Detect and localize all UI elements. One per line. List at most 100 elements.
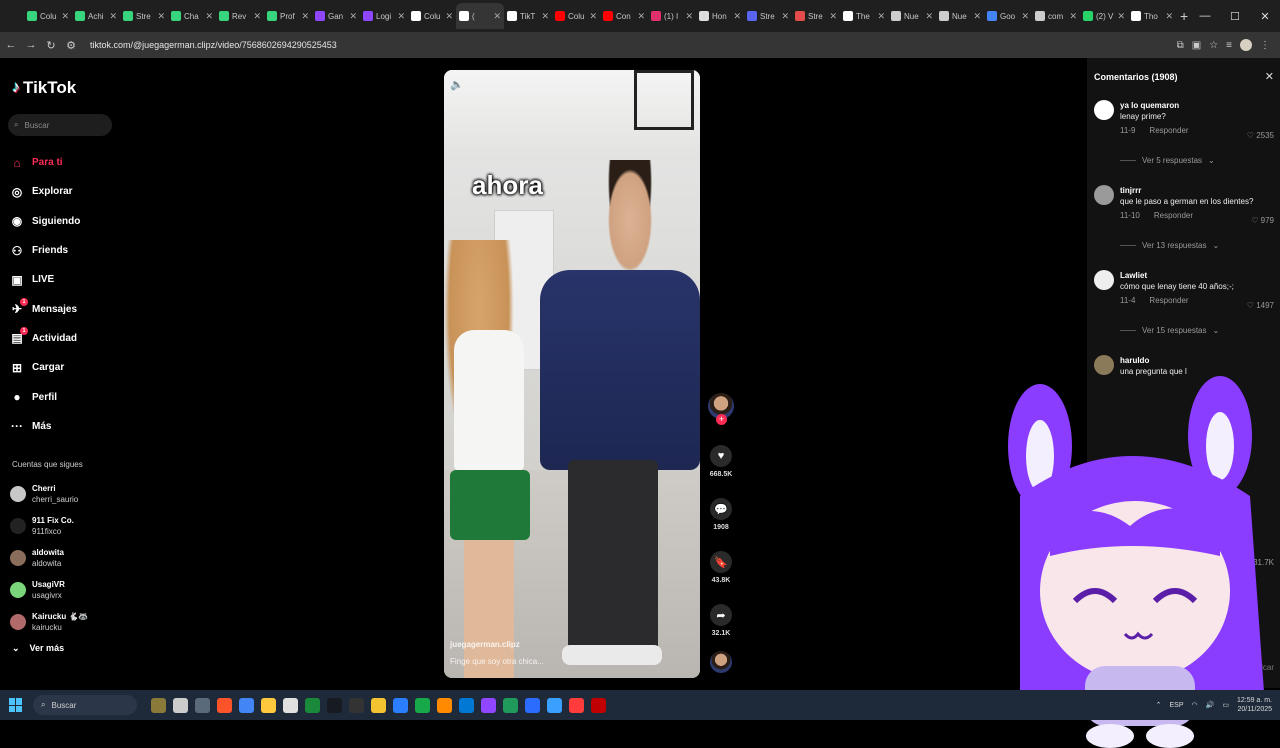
comment-like[interactable]: ♡ 2535: [1247, 131, 1274, 140]
sidebar-item-activity[interactable]: ▤ 1 Actividad: [10, 324, 80, 353]
sidebar-item-live[interactable]: ▣ LIVE: [10, 265, 80, 294]
browser-tab[interactable]: Achi ✕: [72, 3, 120, 29]
browser-tab[interactable]: Prof ✕: [264, 3, 312, 29]
tab-close-icon[interactable]: ✕: [157, 11, 165, 22]
browser-tab[interactable]: Nue ✕: [888, 3, 936, 29]
language-indicator[interactable]: ESP: [1170, 702, 1184, 709]
avatar[interactable]: [1094, 270, 1114, 290]
maximize-button[interactable]: ☐: [1220, 0, 1250, 32]
browser-tab[interactable]: Rev ✕: [216, 3, 264, 29]
comment-icon[interactable]: 💬: [710, 498, 732, 520]
tab-close-icon[interactable]: ✕: [253, 11, 261, 22]
tiktok-logo[interactable]: ♪ TikTok: [12, 78, 76, 98]
screenshot-icon[interactable]: ▣: [1192, 40, 1201, 51]
tab-close-icon[interactable]: ✕: [781, 11, 789, 22]
sidebar-item-profile[interactable]: ● Perfil: [10, 382, 80, 411]
avatar[interactable]: [1094, 185, 1114, 205]
view-replies-button[interactable]: Ver 13 respuestas ⌄: [1120, 241, 1219, 250]
tab-close-icon[interactable]: ✕: [109, 11, 117, 22]
extensions-icon[interactable]: ≡: [1226, 40, 1232, 51]
profile-avatar[interactable]: [1240, 39, 1252, 51]
forward-icon[interactable]: →: [22, 39, 40, 51]
avatar[interactable]: [1094, 100, 1114, 120]
sidebar-item-upload[interactable]: ⊞ Cargar: [10, 353, 80, 382]
browser-tab[interactable]: (2) V ✕: [1080, 3, 1128, 29]
browser-menu-icon[interactable]: ⋮: [1260, 40, 1270, 51]
site-info-icon[interactable]: ⚙: [62, 39, 80, 52]
browser-tab[interactable]: Con ✕: [600, 3, 648, 29]
followed-account[interactable]: UsagiVR usagivrx: [10, 574, 88, 606]
browser-tab[interactable]: Nue ✕: [936, 3, 984, 29]
comment-author[interactable]: tinjrrr: [1120, 185, 1280, 196]
browser-tab[interactable]: (✕: [456, 3, 504, 29]
translate-icon[interactable]: ⧉: [1177, 40, 1184, 51]
taskbar-app-icon[interactable]: [305, 697, 320, 713]
taskbar-app-icon[interactable]: [481, 697, 496, 713]
view-replies-button[interactable]: Ver 15 respuestas ⌄: [1120, 326, 1219, 335]
battery-icon[interactable]: ▭: [1222, 701, 1229, 709]
bookmark-star-icon[interactable]: ☆: [1209, 40, 1218, 51]
followed-account[interactable]: Kairucku 🐇🦝 kairucku: [10, 606, 88, 638]
browser-tab[interactable]: Tho ✕: [1128, 3, 1176, 29]
sidebar-item-more[interactable]: ··· Más: [10, 412, 80, 441]
tab-close-icon[interactable]: ✕: [1165, 11, 1173, 22]
comment-author[interactable]: Lawliet: [1120, 270, 1280, 281]
comment-author[interactable]: ya lo quemaron: [1120, 100, 1280, 111]
volume-icon[interactable]: 🔊: [1206, 701, 1215, 709]
taskbar-app-icon[interactable]: [239, 697, 254, 713]
taskbar-app-icon[interactable]: [503, 697, 518, 713]
video-player[interactable]: ahora 🔈 ··· juegagerman.clipz Finge que …: [444, 70, 700, 678]
browser-tab[interactable]: Cha ✕: [168, 3, 216, 29]
tray-chevron-icon[interactable]: ⌃: [1156, 701, 1162, 709]
tab-close-icon[interactable]: ✕: [397, 11, 405, 22]
taskbar-app-icon[interactable]: [327, 697, 342, 713]
browser-tab[interactable]: Hon ✕: [696, 3, 744, 29]
tab-close-icon[interactable]: ✕: [1069, 11, 1077, 22]
browser-tab[interactable]: (1) I ✕: [648, 3, 696, 29]
sidebar-item-home[interactable]: ⌂ Para ti: [10, 148, 80, 177]
follow-plus-icon[interactable]: +: [716, 414, 727, 425]
taskbar-app-icon[interactable]: [547, 697, 562, 713]
tab-close-icon[interactable]: ✕: [829, 11, 837, 22]
tab-close-icon[interactable]: ✕: [445, 11, 453, 22]
tab-close-icon[interactable]: ✕: [541, 11, 549, 22]
browser-tab[interactable]: Colu ✕: [552, 3, 600, 29]
taskbar-app-icon[interactable]: [173, 697, 188, 713]
sidebar-item-messages[interactable]: ✈ 1 Mensajes: [10, 294, 80, 323]
tab-close-icon[interactable]: ✕: [301, 11, 309, 22]
browser-tab[interactable]: Stre ✕: [792, 3, 840, 29]
url-field[interactable]: tiktok.com/@juegagerman.clipz/video/7568…: [90, 40, 337, 50]
taskbar-search[interactable]: ⌕ Buscar: [33, 695, 137, 715]
avatar[interactable]: [1094, 355, 1114, 375]
video-more-icon[interactable]: ···: [681, 76, 692, 88]
bookmark-icon[interactable]: 🔖: [710, 551, 732, 573]
comment-like[interactable]: ♡ 979: [1251, 216, 1274, 225]
new-tab-icon[interactable]: +: [1180, 8, 1188, 24]
windows-start-icon[interactable]: [9, 698, 23, 712]
browser-tab[interactable]: The ✕: [840, 3, 888, 29]
comment-like[interactable]: ♡ 1497: [1247, 301, 1274, 310]
browser-tab[interactable]: Colu ✕: [408, 3, 456, 29]
tab-close-icon[interactable]: ✕: [973, 11, 981, 22]
browser-tab[interactable]: Goo ✕: [984, 3, 1032, 29]
tab-close-icon[interactable]: ✕: [637, 11, 645, 22]
followed-account[interactable]: Cherri cherri_saurio: [10, 478, 88, 510]
taskbar-app-icon[interactable]: [349, 697, 364, 713]
tab-close-icon[interactable]: ✕: [1117, 11, 1125, 22]
see-more-button[interactable]: ⌄ Ver más: [12, 643, 64, 654]
browser-tab[interactable]: Colu ✕: [24, 3, 72, 29]
taskbar-app-icon[interactable]: [261, 697, 276, 713]
taskbar-app-icon[interactable]: [151, 697, 166, 713]
taskbar-app-icon[interactable]: [459, 697, 474, 713]
tab-close-icon[interactable]: ✕: [685, 11, 693, 22]
browser-tab[interactable]: com ✕: [1032, 3, 1080, 29]
taskbar-app-icon[interactable]: [195, 697, 210, 713]
tab-close-icon[interactable]: ✕: [733, 11, 741, 22]
browser-tab[interactable]: Stre ✕: [744, 3, 792, 29]
taskbar-app-icon[interactable]: [393, 697, 408, 713]
taskbar-app-icon[interactable]: [283, 697, 298, 713]
tab-close-icon[interactable]: ✕: [589, 11, 597, 22]
sidebar-item-following[interactable]: ◉ Siguiendo: [10, 207, 81, 236]
tab-close-icon[interactable]: ✕: [877, 11, 885, 22]
creator-avatar[interactable]: +: [708, 393, 734, 425]
